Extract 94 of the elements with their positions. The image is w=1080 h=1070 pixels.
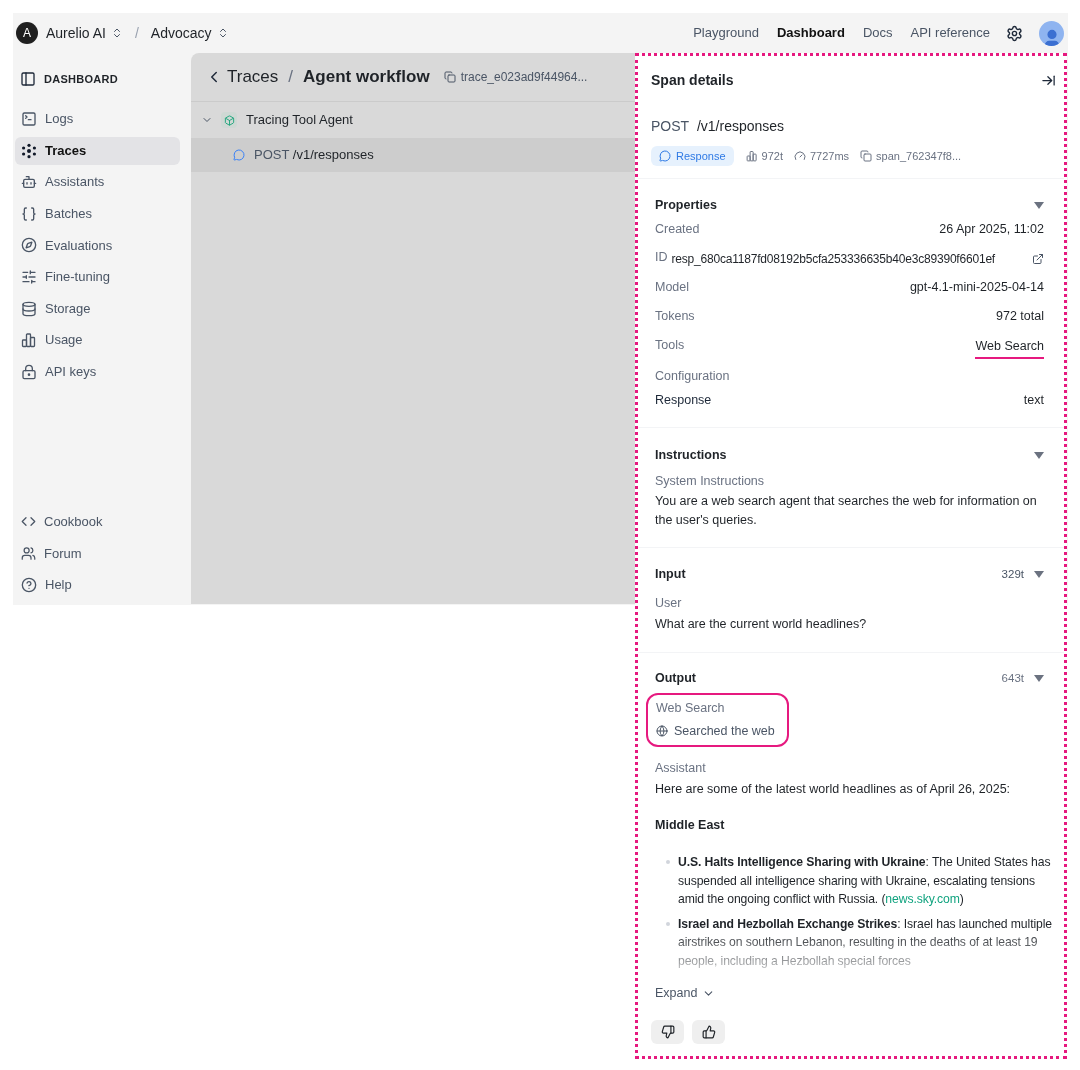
sidebar-title: DASHBOARD — [44, 71, 118, 87]
headline-text: Israel and Hezbollah Exchange Strikes: Israel has launched multiple airstrikes on southern Lebanon, resulting in the deaths of at least 19 people, including a Hezbollah special forces — [678, 915, 1053, 970]
collapse-triangle-icon[interactable] — [1034, 451, 1044, 459]
page-title: Agent workflow — [303, 66, 430, 89]
collapse-triangle-icon[interactable] — [1034, 674, 1044, 682]
tree-row[interactable]: POST /v1/responses — [191, 138, 635, 172]
database-icon — [21, 300, 37, 317]
token-count: 329t — [1001, 567, 1024, 583]
property-value: Web Search — [975, 336, 1044, 360]
type-badge: Response — [651, 146, 734, 166]
sidebar-item[interactable]: Storage — [15, 294, 180, 323]
chat-bubble-icon — [233, 149, 245, 161]
breadcrumb-separator: / — [134, 23, 139, 43]
bar-chart-icon — [21, 332, 37, 349]
globe-icon — [656, 725, 668, 738]
sidebar-link[interactable]: Help — [15, 571, 191, 599]
back-link[interactable]: Traces — [227, 64, 279, 90]
braces-icon — [21, 205, 37, 222]
people-icon — [21, 545, 36, 561]
expand-button[interactable]: Expand — [655, 984, 716, 1003]
thumbs-up-icon — [701, 1025, 716, 1039]
field-label: User — [655, 594, 683, 612]
sidebar-item[interactable]: Evaluations — [15, 231, 180, 260]
tree-label: POST /v1/responses — [254, 146, 374, 165]
terminal-icon — [21, 111, 37, 127]
bar-chart-icon — [745, 150, 758, 162]
sidebar-item[interactable]: Usage — [15, 326, 180, 355]
nav-link[interactable]: API reference — [910, 23, 990, 43]
cube-icon — [223, 114, 235, 126]
org-name[interactable]: Aurelio AI — [46, 22, 106, 44]
field-label: Assistant — [655, 759, 707, 777]
breadcrumb-separator: / — [288, 66, 294, 89]
lock-icon — [21, 363, 37, 380]
collapse-triangle-icon[interactable] — [1034, 201, 1044, 209]
section-title[interactable]: Instructions — [655, 445, 727, 465]
gauge-icon — [793, 150, 806, 162]
token-count: 643t — [1001, 670, 1024, 686]
field-label: System Instructions — [655, 473, 766, 490]
sidebar-link[interactable]: Cookbook — [15, 507, 191, 536]
token-count: 972t — [761, 148, 783, 164]
tree-label: Tracing Tool Agent — [246, 111, 353, 130]
help-icon — [21, 577, 37, 593]
property-label: ID — [655, 249, 668, 266]
sidebar-item[interactable]: Traces — [15, 136, 180, 165]
headline-text: U.S. Halts Intelligence Sharing with Ukraine: The United States has suspended all intelligence sharing with Ukraine, escalating tensions amid the ongoing conflict with Russia. (news.sky.com) — [678, 854, 1052, 908]
property-label: Created — [655, 221, 700, 239]
tool-label: Web Search — [656, 700, 726, 718]
property-value: gpt-4.1-mini-2025-04-14 — [909, 279, 1044, 297]
settings-icon[interactable] — [1006, 24, 1023, 42]
duration: 7727ms — [809, 148, 850, 164]
sidebar-item[interactable]: Assistants — [15, 168, 180, 197]
copy-icon[interactable] — [860, 150, 873, 162]
dots-cluster-icon — [21, 142, 37, 159]
compass-icon — [21, 237, 37, 254]
property-group-label: Configuration — [655, 368, 730, 386]
trace-id: trace_e023ad9f44964... — [460, 69, 588, 86]
nav-link[interactable]: Dashboard — [776, 23, 845, 43]
sidebar-item[interactable]: API keys — [15, 357, 180, 386]
output-heading: Middle East — [655, 817, 726, 835]
sliders-icon — [21, 268, 37, 285]
robot-icon — [21, 174, 37, 191]
sidebar-item[interactable]: Fine-tuning — [15, 262, 180, 291]
thumbs-down-icon — [660, 1025, 675, 1039]
nav-link[interactable]: Playground — [693, 23, 759, 43]
copy-icon[interactable] — [443, 71, 456, 83]
assistant-intro: Here are some of the latest world headlines as of April 26, 2025: — [655, 780, 1012, 798]
project-name[interactable]: Advocacy — [150, 22, 212, 44]
instructions-text: You are a web search agent that searches the web for information on the user's queries. — [655, 492, 1038, 529]
thumbs-up-button[interactable] — [692, 1020, 725, 1044]
tree-row[interactable]: Tracing Tool Agent — [191, 102, 635, 138]
property-value: 972 total — [996, 308, 1044, 326]
nav-link[interactable]: Docs — [862, 23, 893, 43]
property-value: 26 Apr 2025, 11:02 — [939, 221, 1044, 239]
sidebar-item[interactable]: Logs — [15, 105, 180, 133]
panel-title: Span details — [651, 70, 734, 90]
span-title: POST /v1/responses — [651, 117, 786, 136]
section-title[interactable]: Properties — [655, 195, 717, 215]
section-title[interactable]: Input — [655, 565, 1002, 585]
property-label: Response — [655, 391, 712, 409]
sidebar-toggle-icon[interactable] — [20, 71, 36, 87]
property-label: Tokens — [655, 308, 695, 326]
property-label: Tools — [655, 337, 685, 355]
user-message: What are the current world headlines? — [655, 615, 868, 633]
property-value: resp_680ca1187fd08192b5cfa253336635b40e3c89390f6601ef — [671, 250, 995, 268]
span-id: span_762347f8... — [876, 148, 962, 164]
thumbs-down-button[interactable] — [651, 1020, 684, 1044]
property-label: Model — [655, 279, 690, 297]
section-title[interactable]: Output — [655, 668, 1002, 688]
sidebar-item[interactable]: Batches — [15, 199, 180, 228]
property-value: text — [1023, 391, 1044, 409]
tool-call-text: Searched the web — [674, 723, 775, 740]
external-link-icon[interactable] — [1032, 252, 1044, 265]
collapse-triangle-icon[interactable] — [1034, 571, 1044, 579]
sidebar-link[interactable]: Forum — [15, 539, 191, 568]
